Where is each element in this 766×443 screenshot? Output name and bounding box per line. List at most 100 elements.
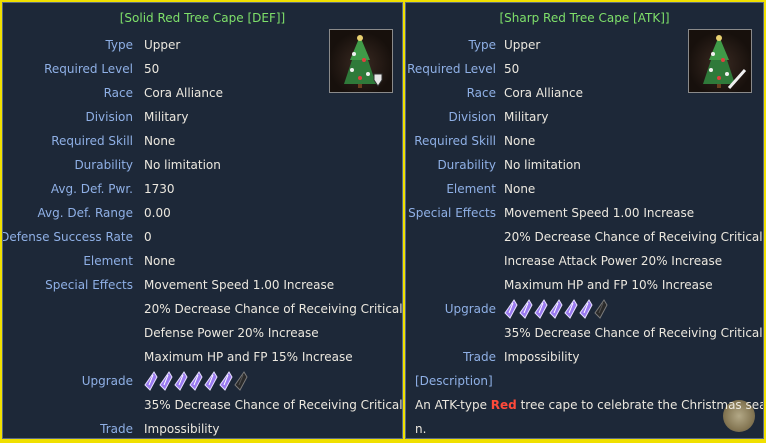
upgrade-gem-empty-icon <box>594 299 608 319</box>
upgrade-effect-value: 35% Decrease Chance of Receiving Critica… <box>504 326 764 340</box>
upgrade-gem-filled-icon <box>519 299 533 319</box>
stat-durability-value: No limitation <box>144 158 221 172</box>
stat-required-level-label: Required Level <box>407 62 496 76</box>
stat-avg-def-pwr-label-cell: Avg. Def. Pwr. <box>3 181 133 197</box>
description-text-wrap: n. <box>415 422 427 436</box>
stat-required-skill-value: None <box>504 134 536 148</box>
stat-element-label-cell: Element <box>406 181 496 197</box>
stat-division-value: Military <box>504 110 549 124</box>
upgrade-gem-filled-icon <box>579 299 593 319</box>
special-effect-label-cell: Special Effects <box>406 205 496 221</box>
upgrade-label: Upgrade <box>444 302 496 316</box>
stat-race-value: Cora Alliance <box>504 86 583 100</box>
upgrade-gem-filled-icon <box>549 299 563 319</box>
stat-element-label: Element <box>83 254 133 268</box>
stat-race-label: Race <box>466 86 496 100</box>
stat-durability-value: No limitation <box>504 158 581 172</box>
stat-required-skill-label: Required Skill <box>414 134 496 148</box>
stat-division-label: Division <box>85 110 133 124</box>
upgrade-gem-filled-icon <box>504 299 518 319</box>
stat-type-value: Upper <box>144 38 181 52</box>
stat-element-label: Element <box>446 182 496 196</box>
upgrade-gem-filled-icon <box>159 371 173 391</box>
stat-division-value: Military <box>144 110 189 124</box>
christmas-tree-cape-sword-icon <box>703 35 747 89</box>
upgrade-gem-empty-icon <box>234 371 248 391</box>
special-effect-value: Maximum HP and FP 15% Increase <box>144 350 353 364</box>
upgrade-label-cell: Upgrade <box>406 301 496 317</box>
trade-label-cell: Trade <box>3 421 133 437</box>
stat-defense-success-rate-label: Defense Success Rate <box>2 230 133 244</box>
stat-race-value: Cora Alliance <box>144 86 223 100</box>
stat-durability-label: Durability <box>74 158 133 172</box>
upgrade-gem-filled-icon <box>219 371 233 391</box>
trade-label-cell: Trade <box>406 349 496 365</box>
trade-label: Trade <box>463 350 496 364</box>
stat-race-label-cell: Race <box>406 85 496 101</box>
upgrade-gem-filled-icon <box>564 299 578 319</box>
stat-defense-success-rate-value: 0 <box>144 230 152 244</box>
special-effect-value: Defense Power 20% Increase <box>144 326 319 340</box>
stat-race-label: Race <box>103 86 133 100</box>
item-thumbnail <box>688 29 752 93</box>
stat-element-value: None <box>144 254 176 268</box>
upgrade-gems <box>504 298 608 320</box>
stat-avg-def-pwr-value: 1730 <box>144 182 175 196</box>
upgrade-effect-value: 35% Decrease Chance of Receiving Critica… <box>144 398 403 412</box>
stat-type-value: Upper <box>504 38 541 52</box>
stat-required-skill-label-cell: Required Skill <box>406 133 496 149</box>
special-effect-value: Movement Speed 1.00 Increase <box>504 206 695 220</box>
item-tooltip-right: [Sharp Red Tree Cape [ATK]] Type Upper Req… <box>405 2 764 439</box>
stat-durability-label: Durability <box>437 158 496 172</box>
stat-element-label-cell: Element <box>3 253 133 269</box>
stat-defense-success-rate-label-cell: Defense Success Rate <box>3 229 133 245</box>
upgrade-gem-filled-icon <box>534 299 548 319</box>
stat-required-skill-value: None <box>144 134 176 148</box>
stat-avg-def-range-label: Avg. Def. Range <box>37 206 134 220</box>
stat-type-label-cell: Type <box>406 37 496 53</box>
item-title: [Sharp Red Tree Cape [ATK]] <box>499 11 670 25</box>
trade-label: Trade <box>100 422 133 436</box>
stat-element-value: None <box>504 182 536 196</box>
description-text: An ATK-type Red tree cape to celebrate t… <box>415 397 764 413</box>
stat-required-skill-label: Required Skill <box>51 134 133 148</box>
special-effect-value: Movement Speed 1.00 Increase <box>144 278 335 292</box>
special-effect-value: 20% Decrease Chance of Receiving Critica… <box>144 302 403 316</box>
stat-type-label-cell: Type <box>3 37 133 53</box>
stat-division-label-cell: Division <box>406 109 496 125</box>
upgrade-gem-filled-icon <box>204 371 218 391</box>
upgrade-gems <box>144 370 248 392</box>
description-highlight: Red <box>490 398 517 412</box>
special-effect-value: Maximum HP and FP 10% Increase <box>504 278 713 292</box>
upgrade-gem-filled-icon <box>174 371 188 391</box>
special-effect-value: Increase Attack Power 20% Increase <box>504 254 723 268</box>
upgrade-label: Upgrade <box>81 374 133 388</box>
description-heading: [Description] <box>415 374 493 388</box>
item-tooltip-left: [Solid Red Tree Cape [DEF]] Type Upper Req… <box>2 2 403 439</box>
special-effect-label-cell: Special Effects <box>3 277 133 293</box>
stat-type-label: Type <box>105 38 133 52</box>
stat-durability-label-cell: Durability <box>3 157 133 173</box>
stat-race-label-cell: Race <box>3 85 133 101</box>
stat-type-label: Type <box>468 38 496 52</box>
stat-required-level-value: 50 <box>144 62 160 76</box>
trade-value: Impossibility <box>144 422 220 436</box>
description-part: An ATK-type <box>415 398 491 412</box>
stat-division-label-cell: Division <box>3 109 133 125</box>
stat-durability-label-cell: Durability <box>406 157 496 173</box>
stat-required-level-label-cell: Required Level <box>406 61 496 77</box>
upgrade-gem-filled-icon <box>144 371 158 391</box>
special-effect-label: Special Effects <box>45 278 133 292</box>
stat-avg-def-pwr-label: Avg. Def. Pwr. <box>50 182 133 196</box>
stat-avg-def-range-label-cell: Avg. Def. Range <box>3 205 134 221</box>
special-effect-value: 20% Decrease Chance of Receiving Critica… <box>504 230 764 244</box>
stat-division-label: Division <box>448 110 496 124</box>
description-part: tree cape to celebrate the Christmas sea… <box>516 398 764 412</box>
upgrade-label-cell: Upgrade <box>3 373 133 389</box>
christmas-tree-cape-shield-icon <box>344 35 383 88</box>
trade-value: Impossibility <box>504 350 580 364</box>
stat-required-level-value: 50 <box>504 62 520 76</box>
stat-required-level-label-cell: Required Level <box>3 61 133 77</box>
item-title: [Solid Red Tree Cape [DEF]] <box>119 11 286 25</box>
item-thumbnail <box>329 29 393 93</box>
